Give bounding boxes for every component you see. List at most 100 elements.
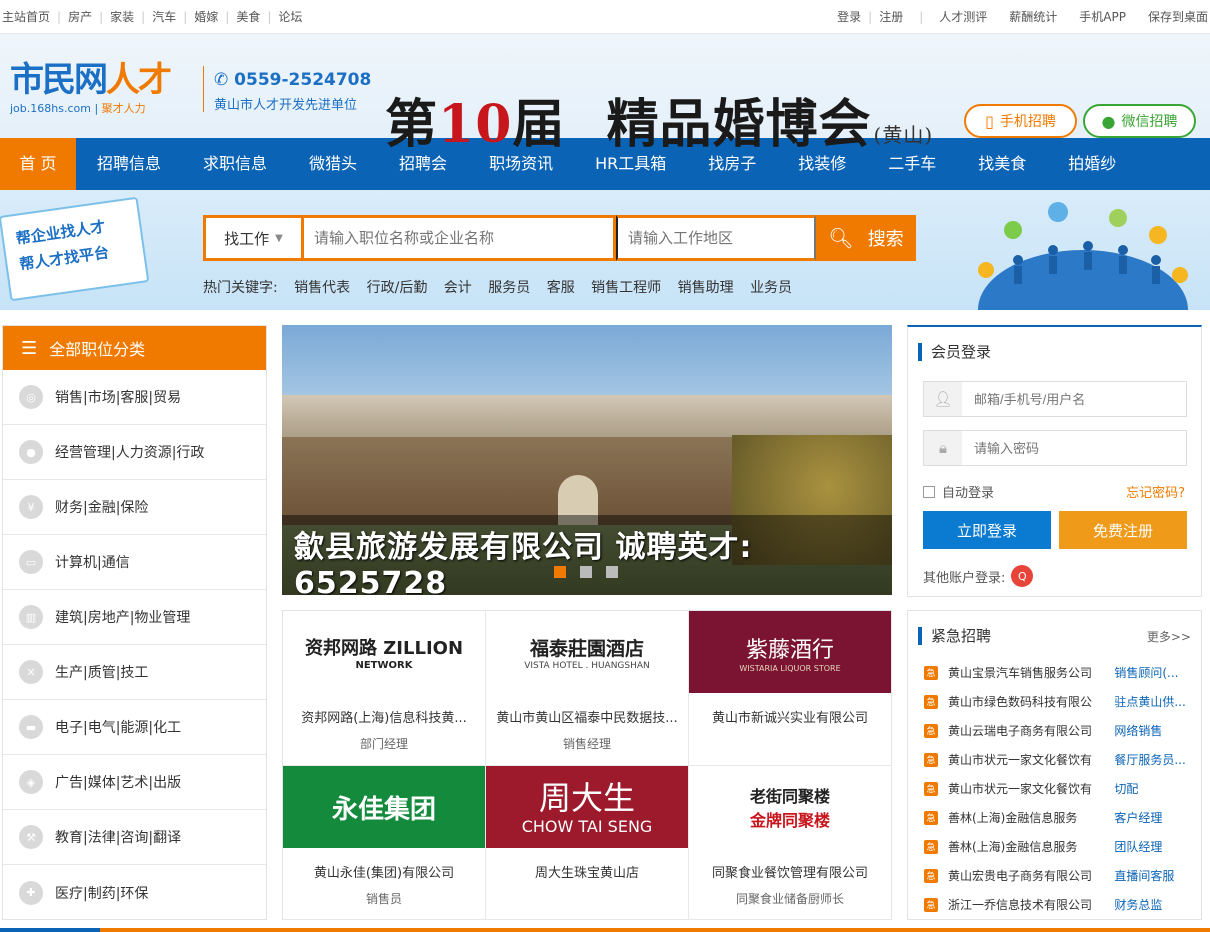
urgent-badge-icon: 急 xyxy=(924,665,938,680)
nav-resumes[interactable]: 求职信息 xyxy=(182,138,288,190)
banner-ad[interactable]: 第10届 精品婚博会 (黄山) xyxy=(385,82,933,157)
wechat-icon: ● xyxy=(1101,111,1116,131)
slide-dot[interactable] xyxy=(554,566,566,578)
urgent-list: 急黄山宝景汽车销售服务公司 销售顾问(... 急黄山市绿色数码科技有限公 驻点黄山供… xyxy=(924,658,1194,919)
category-item[interactable]: ✚ 医疗|制药|环保 xyxy=(3,865,266,920)
site-logo[interactable]: 市民网人才 job.168hs.com | 聚才人力 xyxy=(10,60,195,116)
phone-icon: ✆ xyxy=(214,70,229,90)
company-logo: 资邦网路 ZILLION NETWORK xyxy=(304,637,464,671)
mobile-icon: ▯ xyxy=(985,111,994,131)
assessment-link[interactable]: 人才测评 xyxy=(939,8,987,25)
category-item[interactable]: ▬ 电子|电气|能源|化工 xyxy=(3,700,266,755)
search-button[interactable]: 🔍︎ 搜索 xyxy=(816,215,916,261)
hot-keyword[interactable]: 会计 xyxy=(444,280,472,296)
category-item[interactable]: ⚒ 教育|法律|咨询|翻译 xyxy=(3,810,266,865)
company-logo: 周大生 CHOW TAI SENG xyxy=(486,766,688,848)
category-item[interactable]: ✕ 生产|质管|技工 xyxy=(3,645,266,700)
link-wedding[interactable]: 婚嫁 xyxy=(194,8,218,25)
list-item: 急黄山宝景汽车销售服务公司 销售顾问(... xyxy=(924,658,1194,687)
urgent-hiring-panel: 紧急招聘 更多>> 急黄山宝景汽车销售服务公司 销售顾问(... 急黄山市绿色数码… xyxy=(907,610,1202,920)
category-item[interactable]: ● 经营管理|人力资源|行政 xyxy=(3,425,266,480)
keyword-input[interactable] xyxy=(301,215,616,261)
urgent-badge-icon: 急 xyxy=(924,897,938,912)
hot-keyword[interactable]: 客服 xyxy=(547,280,575,296)
area-input[interactable] xyxy=(616,215,816,261)
save-desktop-link[interactable]: 保存到桌面 xyxy=(1148,8,1208,25)
category-item[interactable]: ◈ 广告|媒体|艺术|出版 xyxy=(3,755,266,810)
site-links: 主站首页 | 房产 | 家装 | 汽车 | 婚嫁 | 美食 | 论坛 xyxy=(2,8,303,25)
link-decor[interactable]: 家装 xyxy=(110,8,134,25)
company-card[interactable]: 永佳集团 黄山永佳(集团)有限公司 销售员 xyxy=(283,766,486,920)
hot-keyword[interactable]: 销售代表 xyxy=(294,280,350,296)
people-network-illustration xyxy=(978,202,1188,310)
hot-keyword[interactable]: 行政/后勤 xyxy=(367,280,428,296)
hot-keyword[interactable]: 销售工程师 xyxy=(591,280,661,296)
category-panel: ☰ 全部职位分类 ◎ 销售|市场|客服|贸易 ● 经营管理|人力资源|行政 ¥ 财务|金… xyxy=(2,325,267,920)
search-type-select[interactable]: 找工作 ▼ xyxy=(203,215,301,261)
slide-dot[interactable] xyxy=(606,566,618,578)
hot-keyword[interactable]: 业务员 xyxy=(750,280,792,296)
hot-keyword[interactable]: 服务员 xyxy=(488,280,530,296)
other-login: 其他账户登录: Q xyxy=(923,565,1034,587)
urgent-badge-icon: 急 xyxy=(924,781,938,796)
link-car[interactable]: 汽车 xyxy=(152,8,176,25)
more-link[interactable]: 更多>> xyxy=(1147,628,1191,645)
list-item: 急黄山市状元一家文化餐饮有 餐厅服务员... xyxy=(924,745,1194,774)
urgent-title: 紧急招聘 xyxy=(918,627,991,645)
list-item: 急黄山宏贵电子商务有限公司 直播间客服 xyxy=(924,861,1194,890)
hot-keyword[interactable]: 销售助理 xyxy=(678,280,734,296)
nav-wedding-photo[interactable]: 拍婚纱 xyxy=(1047,138,1137,190)
list-item: 急黄山市绿色数码科技有限公 驻点黄山供... xyxy=(924,687,1194,716)
finance-icon: ¥ xyxy=(19,495,43,519)
username-input[interactable] xyxy=(962,391,1182,407)
company-card[interactable]: 老街同聚楼 金牌同聚楼 同聚食业餐饮管理有限公司 同聚食业储备厨师长 xyxy=(689,766,891,920)
computer-icon: ▭ xyxy=(19,550,43,574)
wechat-recruit-button[interactable]: ● 微信招聘 xyxy=(1083,104,1196,138)
company-logo: 永佳集团 xyxy=(283,766,485,848)
category-item[interactable]: ▭ 计算机|通信 xyxy=(3,535,266,590)
tools-icon: ✕ xyxy=(19,660,43,684)
urgent-badge-icon: 急 xyxy=(924,810,938,825)
link-forum[interactable]: 论坛 xyxy=(278,8,302,25)
register-button[interactable]: 免费注册 xyxy=(1059,511,1187,549)
company-card[interactable]: 紫藤酒行 WISTARIA LIQUOR STORE 黄山市新诚兴实业有限公司 xyxy=(689,611,891,766)
company-card[interactable]: 福泰莊園酒店 VISTA HOTEL . HUANGSHAN 黄山市黄山区福泰中… xyxy=(486,611,689,766)
link-home[interactable]: 主站首页 xyxy=(2,8,50,25)
password-input[interactable] xyxy=(962,440,1182,456)
urgent-badge-icon: 急 xyxy=(924,752,938,767)
company-card[interactable]: 周大生 CHOW TAI SENG 周大生珠宝黄山店 xyxy=(486,766,689,920)
honor-text: 黄山市人才开发先进单位 xyxy=(214,98,358,113)
login-link[interactable]: 登录 xyxy=(837,8,861,25)
lock-icon: 🔒︎ xyxy=(924,431,962,465)
list-item: 急善林(上海)金融信息服务 客户经理 xyxy=(924,803,1194,832)
category-item[interactable]: ◎ 销售|市场|客服|贸易 xyxy=(3,370,266,425)
member-login-panel: 会员登录 👤︎ 🔒︎ 自动登录 忘记密码? 立即登录 免费注册 其他账户登录: … xyxy=(907,325,1202,597)
sales-icon: ◎ xyxy=(19,385,43,409)
banner-slider[interactable]: 歙县旅游发展有限公司 诚聘英才: 6525728 xyxy=(282,325,892,595)
slide-dot[interactable] xyxy=(580,566,592,578)
forgot-password-link[interactable]: 忘记密码? xyxy=(1126,482,1185,501)
mobile-recruit-button[interactable]: ▯ 手机招聘 xyxy=(964,104,1077,138)
company-card[interactable]: 资邦网路 ZILLION NETWORK 资邦网路(上海)信息科技黄... 部门… xyxy=(283,611,486,766)
salary-link[interactable]: 薪酬统计 xyxy=(1009,8,1057,25)
footer-divider xyxy=(0,928,1210,932)
qq-login-icon[interactable]: Q xyxy=(1011,565,1034,587)
app-link[interactable]: 手机APP xyxy=(1079,8,1126,25)
link-house[interactable]: 房产 xyxy=(68,8,92,25)
nav-home[interactable]: 首 页 xyxy=(0,138,76,190)
category-header: ☰ 全部职位分类 xyxy=(3,326,266,370)
chevron-down-icon: ▼ xyxy=(275,232,283,244)
company-logo: 福泰莊園酒店 VISTA HOTEL . HUANGSHAN xyxy=(524,637,650,671)
username-field[interactable]: 👤︎ xyxy=(923,381,1187,417)
urgent-badge-icon: 急 xyxy=(924,694,938,709)
password-field[interactable]: 🔒︎ xyxy=(923,430,1187,466)
nav-jobs[interactable]: 招聘信息 xyxy=(76,138,182,190)
login-button[interactable]: 立即登录 xyxy=(923,511,1051,549)
register-link[interactable]: 注册 xyxy=(879,8,903,25)
link-food[interactable]: 美食 xyxy=(236,8,260,25)
nav-food[interactable]: 找美食 xyxy=(957,138,1047,190)
category-item[interactable]: ▥ 建筑|房地产|物业管理 xyxy=(3,590,266,645)
auto-login-checkbox[interactable]: 自动登录 xyxy=(923,482,994,501)
category-item[interactable]: ¥ 财务|金融|保险 xyxy=(3,480,266,535)
nav-headhunter[interactable]: 微猎头 xyxy=(288,138,378,190)
